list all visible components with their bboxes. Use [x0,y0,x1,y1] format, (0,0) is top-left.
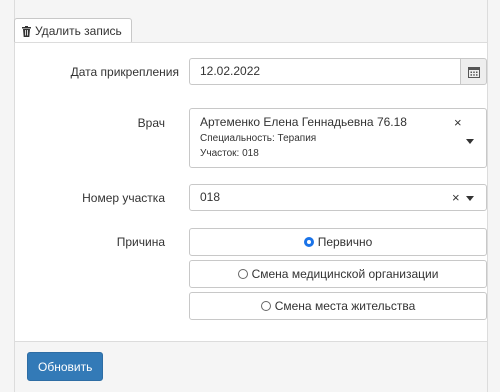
top-toolbar: Удалить запись [14,18,132,44]
date-label: Дата прикрепления [70,65,179,79]
date-input[interactable]: 12.02.2022 [189,58,461,85]
doctor-area: Участок: 018 [200,148,259,159]
reason-option-label: Первично [317,235,373,249]
reason-label: Причина [116,235,165,249]
radio-unchecked-icon[interactable] [237,269,248,279]
delete-record-label: Удалить запись [35,24,122,38]
radio-unchecked-icon[interactable] [260,301,271,311]
reason-option-primary[interactable]: Первично [189,228,487,256]
reason-option-label: Смена медицинской организации [251,267,439,281]
doctor-select[interactable]: Артеменко Елена Геннадьевна 76.18 Специа… [189,108,487,168]
area-number-chevron-down-icon[interactable] [466,196,474,201]
doctor-chevron-down-icon[interactable] [466,139,474,144]
area-number-clear-icon[interactable]: × [452,191,460,204]
doctor-name: Артеменко Елена Геннадьевна 76.18 [200,115,407,129]
reason-option-change-residence[interactable]: Смена места жительства [189,292,487,320]
area-number-select[interactable]: 018 × [189,184,487,211]
calendar-button[interactable] [460,58,487,85]
update-button[interactable]: Обновить [27,352,104,381]
calendar-icon [467,66,480,78]
doctor-label: Врач [137,116,165,130]
area-number-label: Номер участка [82,191,165,205]
attachment-form: Дата прикрепления 12.02.2022 Врач Артеме… [14,42,488,342]
doctor-specialty: Специальность: Терапия [200,133,317,144]
trash-icon [22,25,31,37]
reason-option-label: Смена места жительства [274,299,416,313]
area-number-value: 018 [200,190,221,204]
doctor-clear-icon[interactable]: × [454,116,462,129]
radio-checked-icon[interactable] [303,237,314,247]
delete-record-button[interactable]: Удалить запись [14,18,132,44]
reason-option-change-organization[interactable]: Смена медицинской организации [189,260,487,288]
